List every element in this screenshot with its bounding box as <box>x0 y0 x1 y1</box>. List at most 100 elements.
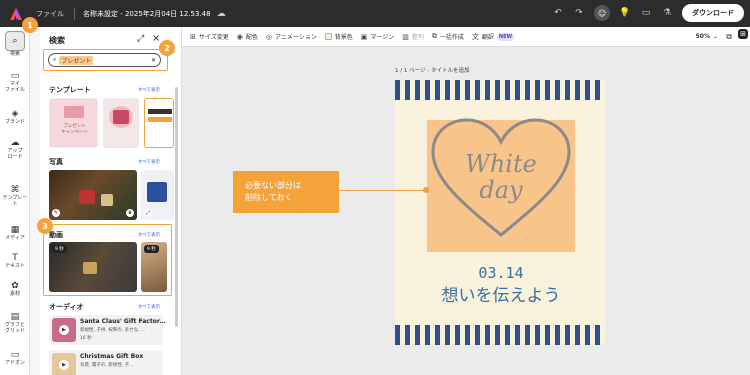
rail-grids[interactable]: ▤ グラフと グリッド <box>0 312 30 335</box>
resize-icon: ⊞ <box>190 32 196 41</box>
photo-thumbnail-blue-gift[interactable]: ⤢ <box>141 170 174 220</box>
new-badge: NEW <box>496 32 515 41</box>
video-gift <box>83 262 97 274</box>
close-icon[interactable]: × <box>152 33 160 44</box>
play-icon[interactable]: ▶ <box>59 325 69 335</box>
document-title[interactable]: 名称未設定 - 2025年2月04日 12.53.48 <box>83 9 211 19</box>
text-icon: T <box>12 253 18 263</box>
tagline-text: 想いを伝えよう <box>442 286 561 306</box>
rail-search-button[interactable]: ⌕ <box>5 31 25 51</box>
heart-text-day: day <box>479 176 523 204</box>
rail-my-files[interactable]: ▭ マイ ファイル <box>0 71 30 94</box>
audio-artwork: ▶ <box>52 353 76 375</box>
pages-icon[interactable]: ⧉ <box>726 32 732 42</box>
divider <box>74 7 75 20</box>
audio-see-all-link[interactable]: すべて表示 <box>138 304 160 310</box>
rail-addons[interactable]: ▭ アドオン <box>0 351 30 367</box>
rail-brand[interactable]: ◈ ブランド <box>0 110 30 126</box>
background-label: 背景色 <box>334 34 353 41</box>
rail-templates[interactable]: ⌘ テンプレート <box>0 186 30 208</box>
zoom-level[interactable]: 50% <box>696 33 710 40</box>
download-button[interactable]: ダウンロード <box>682 4 744 22</box>
rail-upload[interactable]: ☁ アップ ロード <box>0 139 30 161</box>
rail-search-label: 検索 <box>9 51 20 57</box>
rail-elements-label: 素材 <box>9 291 20 297</box>
audio-artwork: ▶ <box>52 318 76 342</box>
animation-icon: ◎ <box>265 32 272 41</box>
templates-see-all-link[interactable]: すべて表示 <box>138 87 160 93</box>
template1-subtitle: キャンペーン <box>61 130 88 135</box>
page-label[interactable]: 1 / 1 ページ - タイトルを追加 <box>395 66 469 74</box>
share-user-icon[interactable]: ☺ <box>594 5 610 21</box>
resize-label: サイズ変更 <box>198 34 229 41</box>
comment-icon[interactable]: ▭ <box>640 8 652 18</box>
contextual-toolbar: ⊞ サイズ変更 ◉ 配色 ◎ アニメーション 背景色 ▣ マージン ▥ 整列 ⧉ 一括作成 … <box>182 27 750 47</box>
audio-section-title: オーディオ <box>49 303 84 311</box>
annotation-badge-1: 1 <box>22 17 38 33</box>
zoom-dropdown-icon[interactable]: ⌄ <box>713 33 718 40</box>
file-menu[interactable]: ファイル <box>36 9 64 19</box>
rail-text[interactable]: T テキスト <box>0 253 30 270</box>
photos-see-all-link[interactable]: すべて表示 <box>138 159 160 165</box>
rail-media[interactable]: ▦ メディア <box>0 225 30 242</box>
batch-icon: ⧉ <box>431 32 437 40</box>
video-thumbnail-2[interactable]: 9 秒 <box>141 242 167 292</box>
photo-gift-gold <box>101 194 113 206</box>
videos-see-all-link[interactable]: すべて表示 <box>138 232 160 238</box>
panel-scrollbar[interactable] <box>175 87 178 327</box>
design-page[interactable]: White day 03.14 想いを伝えよう <box>395 80 605 345</box>
elements-icon: ✿ <box>11 281 19 291</box>
date-text: 03.14 <box>478 264 523 282</box>
margin-button[interactable]: ▣ マージン <box>360 32 395 42</box>
audio-item[interactable]: ▶ Christmas Gift Box 背景, 電子の, 新規性, 子… <box>49 350 163 375</box>
animation-button[interactable]: ◎ アニメーション <box>265 32 317 42</box>
audio-tags: 新規性, 子供, 祝祭の, 幸せな, … <box>80 328 146 333</box>
translate-label: 翻訳 <box>481 34 494 41</box>
design-artwork: White day 03.14 想いを伝えよう <box>395 80 605 345</box>
audio-title: Santa Claus' Gift Factor… <box>80 318 166 325</box>
background-color-button[interactable]: 背景色 <box>324 32 353 41</box>
cloud-sync-icon: ☁ <box>216 8 226 19</box>
folder-icon: ▭ <box>10 71 20 81</box>
audio-duration: 16 秒 <box>80 336 92 341</box>
media-icon: ▦ <box>10 225 20 235</box>
batch-create-button[interactable]: ⧉ 一括作成 <box>432 32 464 41</box>
clear-search-icon[interactable]: ✕ <box>151 57 156 64</box>
rail-search[interactable]: 検索 <box>0 51 30 57</box>
photo-blue-gift <box>147 182 167 202</box>
redo-icon[interactable]: ↷ <box>573 8 585 18</box>
template-thumbnail-present-campaign[interactable]: プレゼント キャンペーン <box>49 98 98 148</box>
template-thumbnail-2[interactable] <box>103 98 139 148</box>
arrange-button[interactable]: ▥ 整列 <box>402 32 424 42</box>
flask-icon[interactable]: ⚗ <box>661 8 673 18</box>
undo-icon[interactable]: ↶ <box>552 8 564 18</box>
layers-panel-icon[interactable]: ⊞ <box>738 29 748 39</box>
search-icon: ⌕ <box>12 36 18 46</box>
margin-icon: ▣ <box>360 32 368 41</box>
lightbulb-icon[interactable]: 💡 <box>619 8 631 18</box>
top-bar: ファイル 名称未設定 - 2025年2月04日 12.53.48 ☁ ↶ ↷ ☺… <box>0 0 750 27</box>
rail-elements[interactable]: ✿ 素材 <box>0 281 30 298</box>
color-label: 配色 <box>245 34 258 41</box>
premium-icon: ✎ <box>52 209 60 217</box>
search-input[interactable]: ⌕ プレゼント ✕ <box>48 53 161 67</box>
photo-thumbnail-gifts[interactable]: ✎ ♛ <box>49 170 137 220</box>
resize-button[interactable]: ⊞ サイズ変更 <box>190 32 229 42</box>
audio-item[interactable]: ▶ Santa Claus' Gift Factor… 新規性, 子供, 祝祭の… <box>49 315 166 345</box>
premium-icon: ♛ <box>126 209 134 217</box>
translate-button[interactable]: 文翻訳 NEW <box>472 32 515 42</box>
play-icon[interactable]: ▶ <box>59 360 69 370</box>
rail-templates-label-2: ト <box>12 201 18 207</box>
video-thumbnail-hands-gift[interactable]: 9 秒 <box>49 242 137 292</box>
annotation-badge-3: 3 <box>37 218 53 234</box>
rail-media-label: メディア <box>5 235 25 241</box>
batch-label: 一括作成 <box>439 34 464 41</box>
grid-icon: ▤ <box>10 312 20 322</box>
color-button[interactable]: ◉ 配色 <box>237 32 258 42</box>
expand-icon[interactable]: ⤢ <box>137 34 144 44</box>
template2-gift <box>113 110 129 124</box>
template-thumbnail-3[interactable] <box>144 98 174 148</box>
photos-section-title: 写真 <box>49 158 63 166</box>
search-query-chip[interactable]: プレゼント <box>59 55 94 65</box>
videos-section-title: 動画 <box>49 231 63 239</box>
